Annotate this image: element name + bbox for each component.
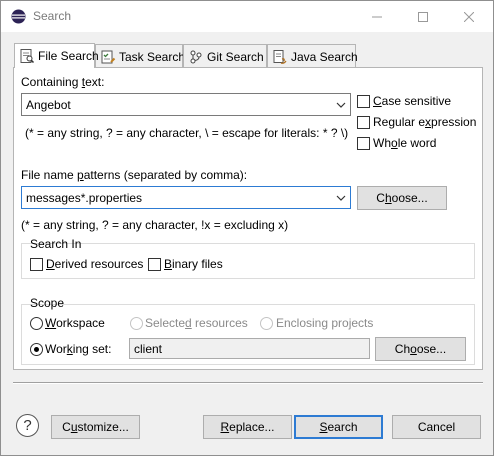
case-sensitive-checkbox[interactable] (357, 95, 370, 108)
window-title: Search (33, 9, 72, 23)
workspace-label: Workspace (45, 316, 105, 330)
working-set-value: client (134, 342, 163, 356)
working-set-radio[interactable] (30, 343, 43, 356)
scope-title: Scope (30, 296, 65, 310)
choose-patterns-button[interactable]: Ch oose... (357, 186, 447, 210)
tab-java-search[interactable]: Java Search (267, 44, 358, 68)
chevron-down-icon[interactable] (336, 99, 346, 109)
file-patterns-combo[interactable]: messages*.properties (21, 186, 351, 209)
task-search-icon (100, 49, 116, 65)
workspace-radio[interactable] (30, 317, 43, 330)
file-patterns-value: messages*.properties (26, 191, 143, 205)
maximize-button[interactable] (400, 1, 446, 32)
containing-text-combo[interactable]: Angebot (21, 93, 351, 116)
working-set-field[interactable]: client (129, 338, 370, 359)
regular-expression-checkbox[interactable] (357, 116, 370, 129)
title-bar: Search (1, 1, 493, 32)
enclosing-projects-radio[interactable] (260, 317, 273, 330)
minimize-button[interactable] (354, 1, 400, 32)
eclipse-icon (11, 9, 26, 24)
minimize-icon (372, 16, 382, 17)
whole-word-label: Whole word (373, 136, 437, 150)
customize-button[interactable]: Cu stomize... (51, 415, 140, 439)
maximize-icon (418, 11, 428, 22)
containing-text-hint: (* = any string, ? = any character, \ = … (25, 126, 349, 140)
close-icon (464, 11, 474, 22)
file-patterns-hint: (* = any string, ? = any character, !x =… (21, 218, 289, 232)
footer-separator (13, 382, 483, 384)
file-search-icon (19, 48, 35, 64)
binary-files-label: Binary files (164, 257, 223, 271)
cancel-button[interactable]: Cancel (392, 415, 481, 439)
derived-resources-label: Derived resources (46, 257, 144, 271)
tab-git-search[interactable]: Git Search (183, 44, 267, 68)
search-dialog: Search File Search Task Search Git Searc… (0, 0, 494, 456)
search-in-title: Search In (30, 237, 82, 251)
choose-working-set-button[interactable]: Ch o ose... (375, 337, 466, 361)
binary-files-checkbox[interactable] (148, 258, 161, 271)
case-sensitive-label: Case sensitive (373, 94, 452, 108)
chevron-down-icon[interactable] (336, 192, 346, 202)
help-icon[interactable]: ? (16, 414, 39, 437)
enclosing-projects-label: Enclosing projects (276, 316, 374, 330)
derived-resources-checkbox[interactable] (30, 258, 43, 271)
git-search-icon (188, 49, 204, 65)
file-search-panel: Containing text: Angebot (* = any string… (13, 67, 483, 370)
replace-button[interactable]: Replace... (203, 415, 292, 439)
close-button[interactable] (446, 1, 492, 32)
working-set-label: Working set: (45, 342, 112, 356)
tab-task-search[interactable]: Task Search (95, 44, 185, 68)
regular-expression-label: Regular expression (373, 115, 477, 129)
tab-file-search[interactable]: File Search (14, 43, 99, 68)
selected-resources-radio[interactable] (130, 317, 143, 330)
whole-word-checkbox[interactable] (357, 137, 370, 150)
containing-text-value: Angebot (26, 98, 71, 112)
java-search-icon (272, 49, 288, 65)
containing-text-label: Containing text: (21, 75, 105, 89)
search-button[interactable]: Search (294, 415, 383, 439)
selected-resources-label: Selected resources (145, 316, 248, 330)
file-patterns-label: File name patterns (separated by comma): (21, 168, 248, 182)
